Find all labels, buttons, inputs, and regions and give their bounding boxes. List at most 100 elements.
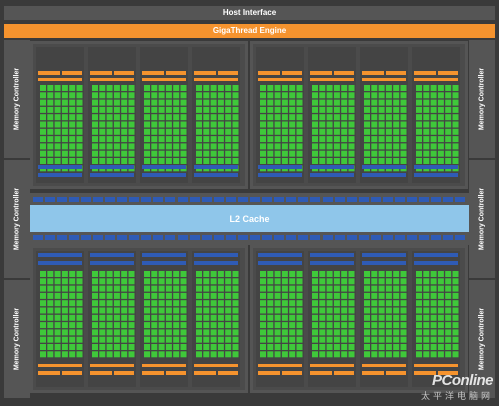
dispatch-unit (142, 78, 186, 81)
cuda-core (225, 114, 232, 121)
cuda-core (393, 92, 400, 99)
cuda-core (393, 278, 400, 285)
cuda-core (61, 92, 68, 99)
cuda-core (378, 292, 385, 299)
cuda-core (400, 336, 407, 343)
cuda-core (225, 271, 232, 277)
cuda-core (151, 85, 158, 91)
cuda-core (54, 329, 61, 336)
cuda-core (92, 121, 98, 128)
cuda-core (203, 143, 210, 150)
cuda-core (99, 128, 106, 135)
cuda-core (196, 285, 202, 292)
cuda-core (423, 158, 430, 164)
cuda-core (158, 106, 165, 113)
cuda-core (267, 322, 274, 329)
cuda-core (371, 314, 378, 321)
cuda-core (326, 344, 333, 350)
l2-port (178, 235, 188, 240)
cuda-core (54, 85, 61, 91)
cuda-core (393, 121, 400, 128)
cuda-core (430, 99, 437, 106)
cuda-core (232, 85, 239, 91)
cuda-core (341, 344, 348, 350)
l2-port (141, 235, 151, 240)
cuda-core (69, 128, 76, 135)
l2-port (323, 197, 333, 202)
cuda-core (393, 136, 400, 143)
cuda-core (158, 158, 165, 164)
dispatch-unit (310, 78, 354, 81)
cuda-core (232, 285, 239, 292)
cuda-core (76, 351, 83, 358)
cuda-core (99, 314, 106, 321)
cuda-core (416, 271, 422, 277)
warp-scheduler (282, 371, 302, 375)
cuda-core (99, 351, 106, 358)
cuda-core (61, 85, 68, 91)
cuda-core (196, 300, 202, 307)
cuda-core (69, 314, 76, 321)
cuda-core (232, 150, 239, 157)
cuda-core (260, 106, 266, 113)
cuda-core (113, 307, 120, 314)
cuda-core (106, 121, 113, 128)
cuda-core (165, 99, 172, 106)
cuda-core (445, 143, 452, 150)
cuda-core (430, 92, 437, 99)
cuda-core (144, 121, 150, 128)
cuda-core (371, 128, 378, 135)
cuda-core (47, 322, 54, 329)
cuda-core (232, 128, 239, 135)
cuda-core (437, 336, 444, 343)
cuda-core (113, 99, 120, 106)
cuda-core (348, 278, 355, 285)
cuda-core (92, 158, 98, 164)
cuda-core (296, 300, 303, 307)
cuda-core (225, 121, 232, 128)
cuda-core (296, 322, 303, 329)
cuda-core (173, 329, 180, 336)
cuda-core (210, 128, 217, 135)
cuda-core (47, 344, 54, 350)
cuda-core (196, 351, 202, 358)
cuda-core (217, 121, 224, 128)
cuda-core (232, 114, 239, 121)
cuda-core (165, 158, 172, 164)
watermark-brand: PConline (431, 372, 494, 389)
cuda-core (260, 344, 266, 350)
cuda-core (267, 128, 274, 135)
cuda-core (47, 300, 54, 307)
cuda-core (364, 314, 370, 321)
cuda-core (385, 158, 392, 164)
cuda-core (54, 271, 61, 277)
cuda-core (121, 314, 128, 321)
cuda-core (452, 322, 459, 329)
cuda-core (364, 351, 370, 358)
l2-port (383, 235, 393, 240)
cuda-core (312, 285, 318, 292)
cuda-core (423, 278, 430, 285)
cuda-core (416, 136, 422, 143)
cuda-core (165, 278, 172, 285)
cuda-core (158, 92, 165, 99)
cuda-core (319, 314, 326, 321)
cuda-core (210, 336, 217, 343)
cuda-core (378, 307, 385, 314)
cuda-core (423, 336, 430, 343)
cuda-core (378, 322, 385, 329)
cuda-core (203, 344, 210, 350)
cuda-core (128, 143, 135, 150)
cuda-core (113, 128, 120, 135)
cuda-core (210, 121, 217, 128)
l2-port (443, 235, 453, 240)
cuda-core (260, 92, 266, 99)
cuda-core (47, 285, 54, 292)
cuda-core (364, 271, 370, 277)
cuda-core (180, 292, 187, 299)
cuda-core (326, 136, 333, 143)
cuda-core (196, 121, 202, 128)
l2-port (190, 235, 200, 240)
cuda-core (40, 351, 46, 358)
cuda-core (217, 99, 224, 106)
